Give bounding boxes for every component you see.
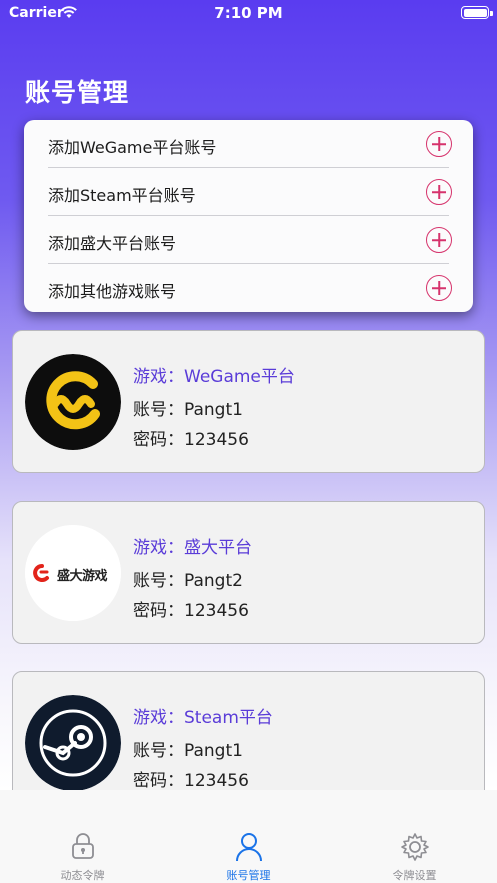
add-account-menu: 添加WeGame平台账号 添加Steam平台账号 添加盛大平台账号 添加其他游戏… [24, 120, 473, 312]
game-line: 游戏：盛大平台 [133, 533, 252, 558]
plus-circle-icon[interactable] [426, 131, 452, 157]
battery-icon [461, 6, 493, 19]
account-key: 账号： [133, 400, 184, 420]
shanda-logo-text: 盛大游戏 [57, 569, 108, 584]
password-line: 密码：123456 [133, 425, 249, 450]
menu-item-label: 添加其他游戏账号 [48, 282, 177, 301]
password-key: 密码： [133, 601, 184, 621]
account-card[interactable]: 盛大游戏 游戏：盛大平台 账号：Pangt2 密码：123456 [12, 501, 485, 644]
status-bar: Carrier 7:10 PM [0, 0, 497, 26]
plus-circle-icon[interactable] [426, 275, 452, 301]
account-line: 账号：Pangt1 [133, 395, 243, 420]
tab-label: 账号管理 [226, 869, 271, 882]
tab-label: 动态令牌 [60, 869, 105, 882]
game-key: 游戏： [133, 708, 184, 728]
account-key: 账号： [133, 741, 184, 761]
tab-label: 令牌设置 [392, 869, 437, 882]
tab-account-management[interactable]: 账号管理 [166, 790, 331, 883]
game-key: 游戏： [133, 538, 184, 558]
password-value: 123456 [184, 601, 249, 621]
add-steam-account-row[interactable]: 添加Steam平台账号 [24, 168, 473, 216]
account-card[interactable]: 游戏：WeGame平台 账号：Pangt1 密码：123456 [12, 330, 485, 473]
tab-dynamic-token[interactable]: 动态令牌 [0, 790, 165, 883]
page-title: 账号管理 [25, 78, 130, 107]
account-value: Pangt1 [184, 400, 243, 420]
tab-bar: 动态令牌 账号管理 令牌设置 [0, 790, 497, 883]
add-other-account-row[interactable]: 添加其他游戏账号 [24, 264, 473, 312]
password-value: 123456 [184, 771, 249, 791]
clock: 7:10 PM [214, 4, 283, 22]
password-line: 密码：123456 [133, 596, 249, 621]
game-name: WeGame平台 [184, 367, 295, 387]
menu-item-label: 添加WeGame平台账号 [48, 138, 217, 157]
password-key: 密码： [133, 430, 184, 450]
game-key: 游戏： [133, 367, 184, 387]
account-value: Pangt1 [184, 741, 243, 761]
account-line: 账号：Pangt2 [133, 566, 243, 591]
game-line: 游戏：WeGame平台 [133, 362, 295, 387]
account-key: 账号： [133, 571, 184, 591]
add-shanda-account-row[interactable]: 添加盛大平台账号 [24, 216, 473, 264]
menu-item-label: 添加盛大平台账号 [48, 234, 177, 253]
password-line: 密码：123456 [133, 766, 249, 791]
game-name: 盛大平台 [184, 538, 252, 558]
plus-circle-icon[interactable] [426, 227, 452, 253]
account-line: 账号：Pangt1 [133, 736, 243, 761]
add-wegame-account-row[interactable]: 添加WeGame平台账号 [24, 120, 473, 168]
shanda-logo: 盛大游戏 [25, 525, 121, 621]
account-value: Pangt2 [184, 571, 243, 591]
tab-token-settings[interactable]: 令牌设置 [332, 790, 497, 883]
password-value: 123456 [184, 430, 249, 450]
plus-circle-icon[interactable] [426, 179, 452, 205]
game-line: 游戏：Steam平台 [133, 703, 273, 728]
steam-logo [25, 695, 121, 791]
password-key: 密码： [133, 771, 184, 791]
menu-item-label: 添加Steam平台账号 [48, 186, 196, 205]
wegame-logo [25, 354, 121, 450]
game-name: Steam平台 [184, 708, 273, 728]
